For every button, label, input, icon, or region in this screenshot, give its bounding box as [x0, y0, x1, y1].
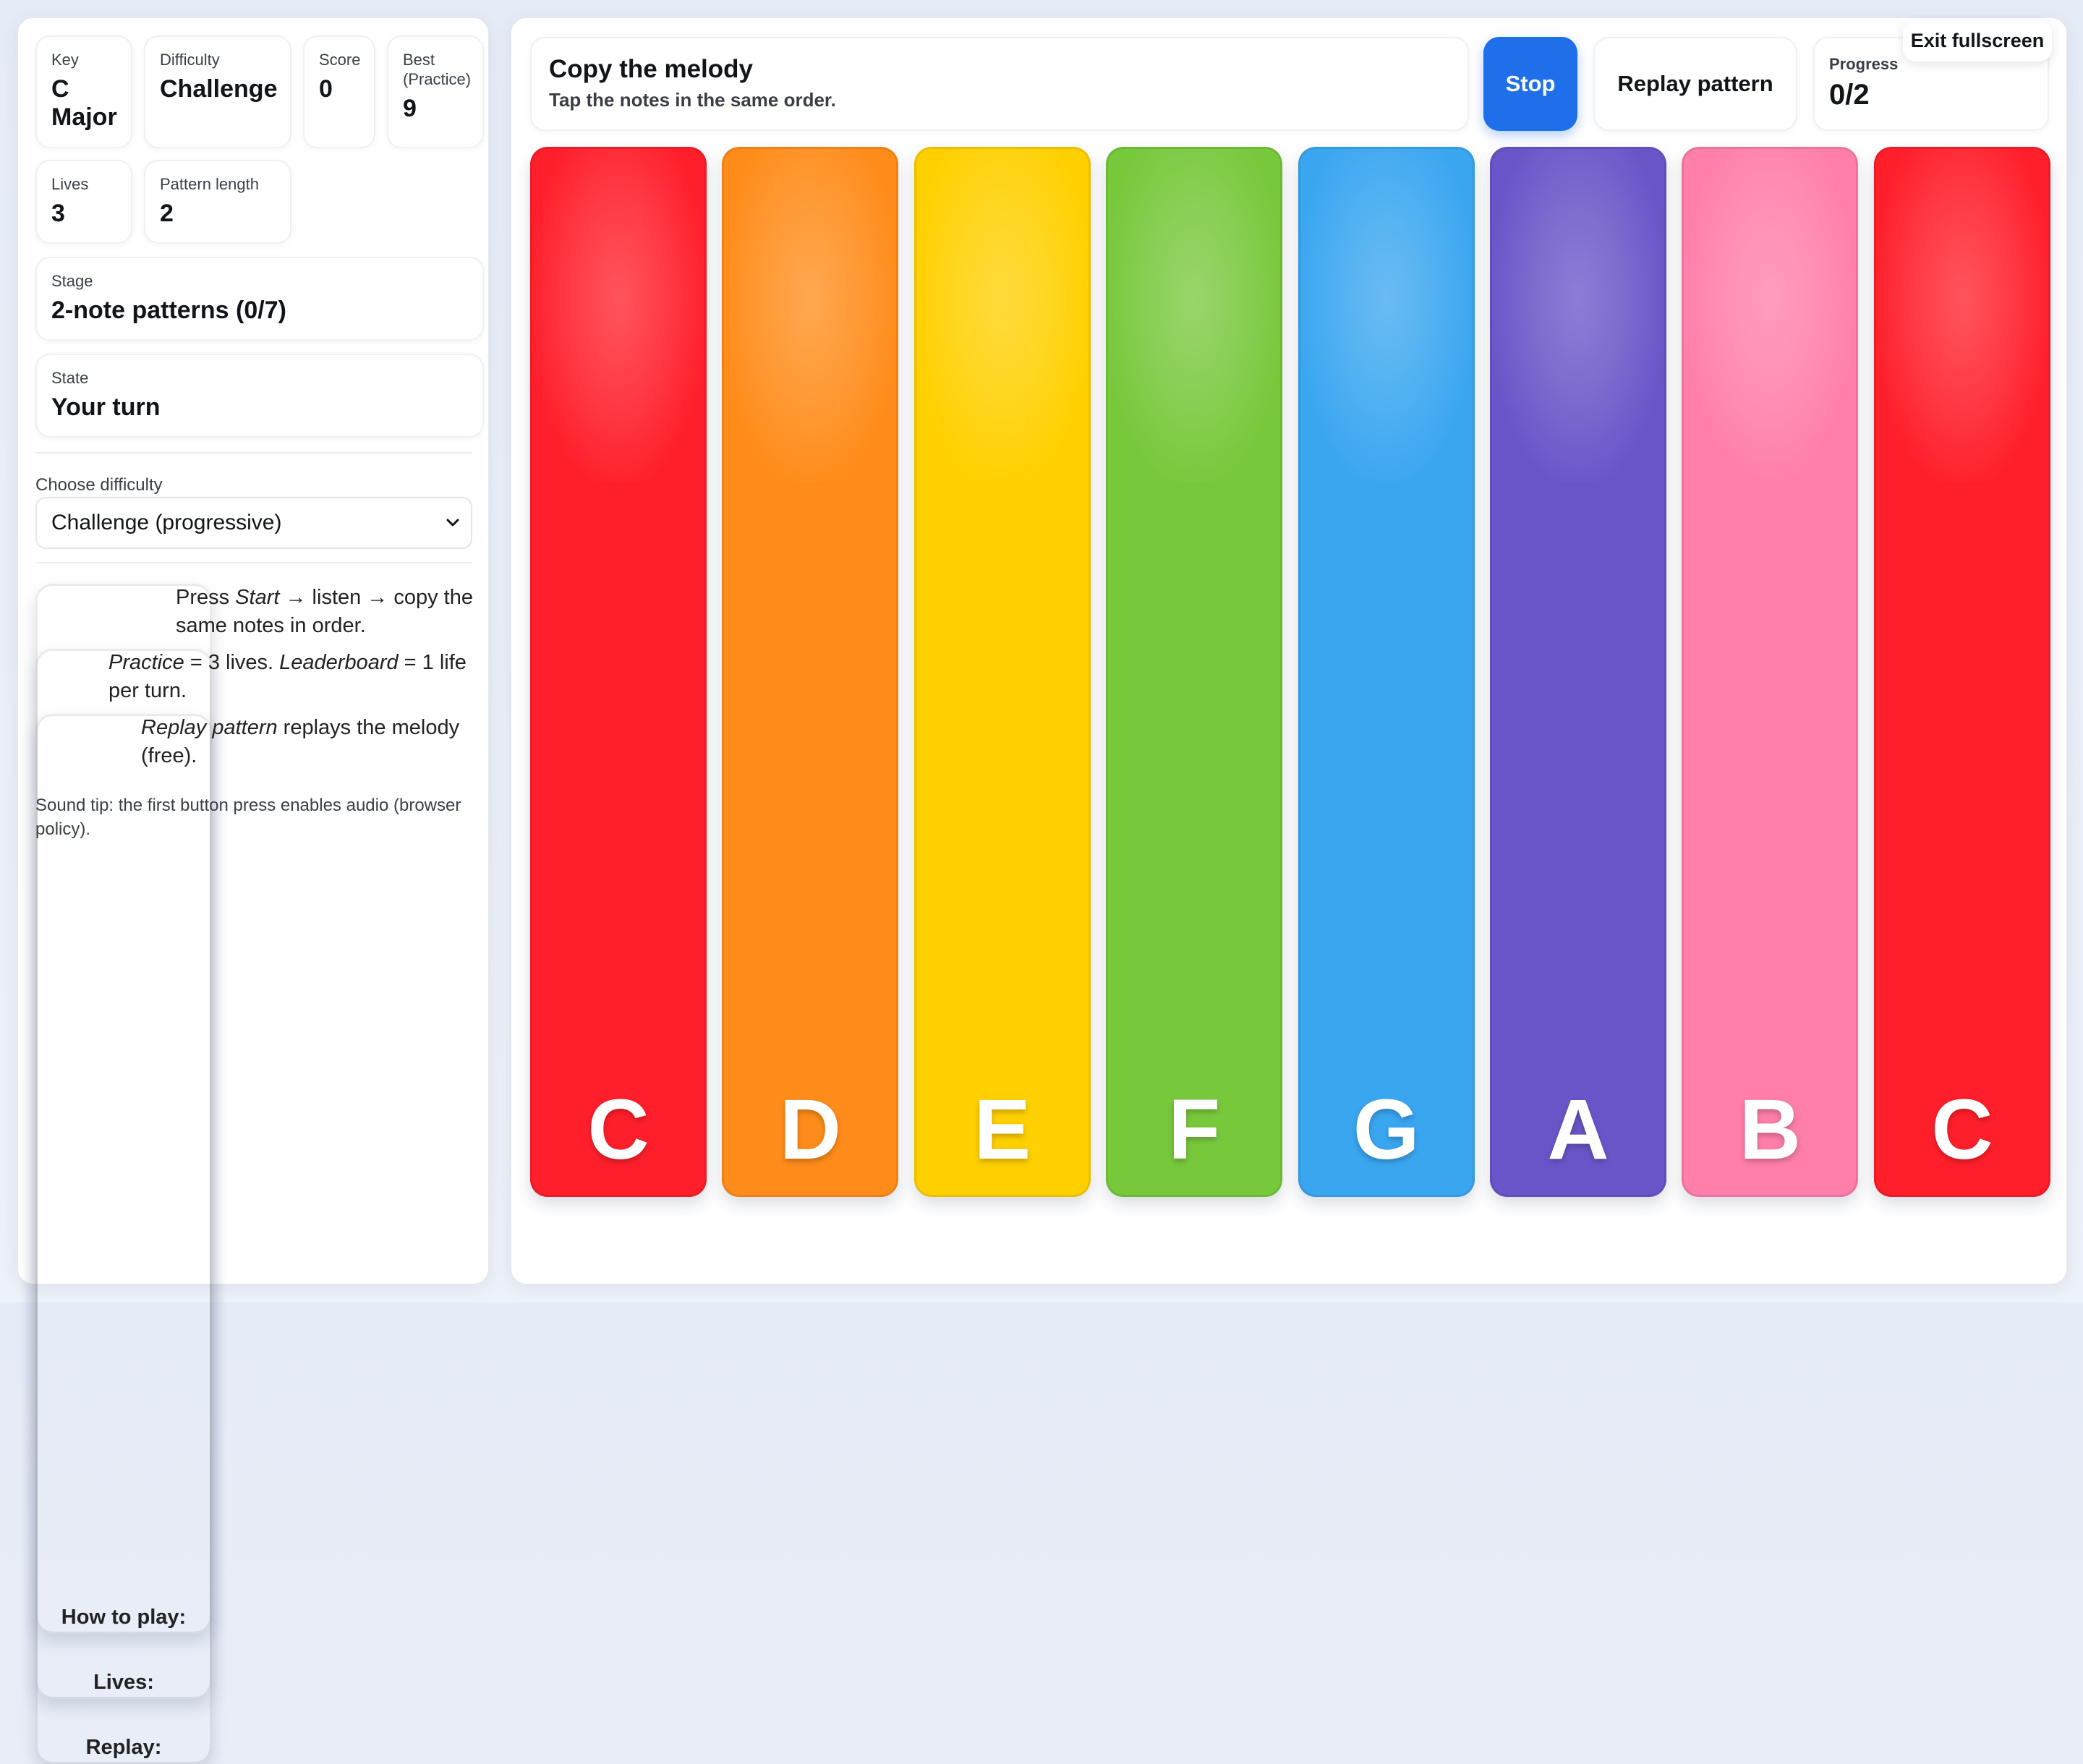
help-replay-em: Replay pattern [141, 716, 278, 739]
difficulty-select[interactable]: Challenge (progressive) [35, 497, 472, 549]
stage-stat: Stage 2-note patterns (0/7) [35, 257, 484, 341]
key-stat: Key C Major [35, 35, 132, 148]
difficulty-select-value: Challenge (progressive) [51, 511, 282, 534]
help-replay: Replay: Replay pattern replays the melod… [35, 714, 484, 1764]
game-panel: Copy the melody Tap the notes in the sam… [511, 17, 2067, 1284]
score-stat: Score 0 [303, 35, 375, 148]
key-stat-label: Key [51, 51, 79, 69]
note-key-d[interactable]: D [722, 147, 899, 1197]
best-stat-label: Best (Practice) [403, 51, 472, 88]
difficulty-stat: Difficulty Challenge [144, 35, 291, 148]
pattern-length-stat: Pattern length 2 [144, 160, 291, 244]
note-label: C [1931, 1082, 1993, 1177]
difficulty-stat-label: Difficulty [160, 51, 220, 69]
note-keys: CDEFGABC [530, 147, 2052, 1197]
prompt-card: Copy the melody Tap the notes in the sam… [530, 37, 1469, 131]
note-key-c-high[interactable]: C [1873, 147, 2050, 1197]
pattern-length-stat-value: 2 [160, 200, 174, 227]
note-label: D [779, 1082, 841, 1177]
state-stat-value: Your turn [51, 393, 161, 421]
help-lives: Lives: Practice = 3 lives. Leaderboard =… [35, 649, 485, 1699]
sidebar: Key C Major Difficulty Challenge Score 0… [17, 17, 489, 1764]
best-stat-value: 9 [403, 95, 417, 122]
note-key-f[interactable]: F [1106, 147, 1283, 1197]
note-key-e[interactable]: E [913, 147, 1091, 1197]
note-label: E [974, 1082, 1031, 1177]
replay-pattern-button[interactable]: Replay pattern [1593, 37, 1797, 131]
key-stat-value: C Major [51, 75, 117, 131]
lives-stat-value: 3 [51, 200, 65, 227]
stage-stat-label: Stage [51, 272, 93, 290]
note-label: F [1168, 1082, 1221, 1177]
note-label: B [1739, 1082, 1801, 1177]
sound-tip: Sound tip: the first button press enable… [35, 796, 461, 839]
help-how-to-play: How to play: Press Start → listen → copy… [35, 584, 484, 1634]
help-replay-key: Replay: [35, 714, 212, 1764]
note-key-c[interactable]: C [530, 147, 707, 1197]
stop-button[interactable]: Stop [1483, 37, 1577, 131]
lives-stat: Lives 3 [35, 160, 132, 244]
note-key-b[interactable]: B [1682, 147, 1859, 1197]
note-label: A [1547, 1082, 1609, 1177]
score-stat-label: Score [319, 51, 361, 69]
best-stat: Best (Practice) 9 [387, 35, 484, 148]
help-lives-mid: = 3 lives. [184, 651, 280, 674]
prompt-title: Copy the melody [549, 55, 753, 83]
state-stat: State Your turn [35, 354, 484, 438]
note-label: C [587, 1082, 649, 1177]
difficulty-select-label: Choose difficulty [35, 475, 163, 495]
help-lives-em1: Practice [108, 651, 184, 674]
state-stat-label: State [51, 369, 89, 387]
help-how-text: Press Start → listen → copy the same not… [176, 584, 480, 640]
stage-stat-value: 2-note patterns (0/7) [51, 297, 286, 324]
progress-value: 0/2 [1829, 79, 1870, 111]
score-stat-value: 0 [319, 75, 333, 103]
prompt-subtitle: Tap the notes in the same order. [549, 89, 836, 111]
note-key-g[interactable]: G [1298, 147, 1475, 1197]
help-lives-em2: Leaderboard [279, 651, 399, 674]
note-key-a[interactable]: A [1490, 147, 1666, 1197]
lives-stat-label: Lives [51, 175, 89, 193]
exit-fullscreen-button[interactable]: Exit fullscreen [1903, 20, 2052, 61]
help-how-em: Start [235, 586, 280, 609]
divider [35, 562, 472, 563]
chevron-down-icon [445, 498, 461, 567]
divider [35, 452, 472, 453]
pattern-length-stat-label: Pattern length [160, 175, 259, 193]
note-label: G [1353, 1082, 1420, 1177]
help-lives-text: Practice = 3 lives. Leaderboard = 1 life… [108, 649, 485, 705]
difficulty-stat-value: Challenge [160, 75, 278, 103]
help-how-pre: Press [176, 586, 236, 609]
help-replay-text: Replay pattern replays the melody (free)… [141, 714, 481, 770]
